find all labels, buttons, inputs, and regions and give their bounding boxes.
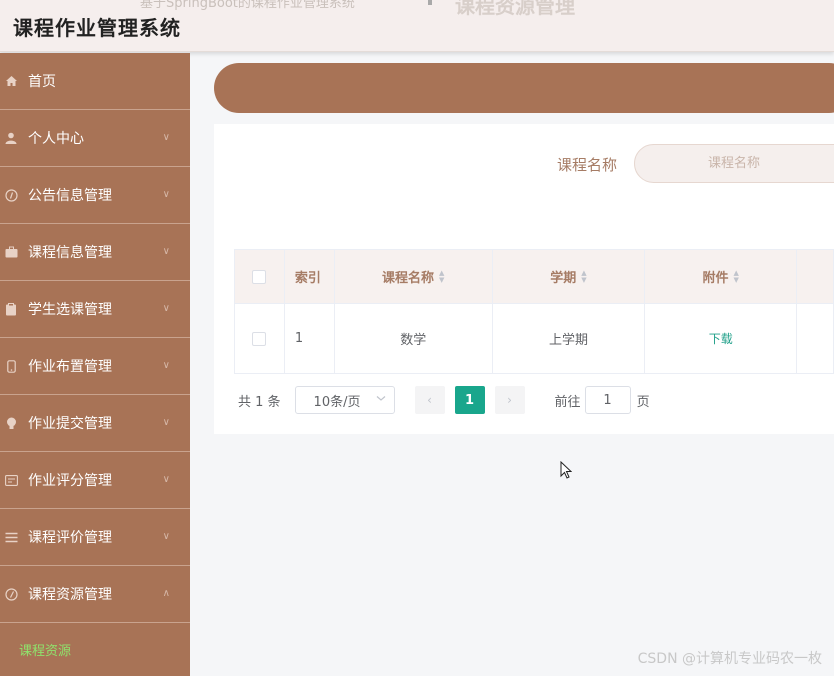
pagination: 共 1 条 10条/页 ‹ 1 › 前往 页 xyxy=(238,386,650,414)
header-label: 课程名称 xyxy=(382,271,435,286)
sidebar-item-label: 学生选课管理 xyxy=(28,302,112,318)
phone-icon xyxy=(4,359,18,373)
header-select-cell xyxy=(235,250,285,303)
sidebar: 首页 个人中心 ∨ 公告信息管理 ∨ 课程信息管理 ∨ 学生选课管理 ∨ 作业布… xyxy=(0,53,190,676)
info-icon xyxy=(4,188,18,202)
chevron-up-icon: ∧ xyxy=(162,588,170,599)
page-suffix-label: 页 xyxy=(636,394,650,410)
table-row: 1 数学 上学期 下载 xyxy=(235,304,834,374)
header-course-name[interactable]: 课程名称 ▲ ▼ xyxy=(335,250,493,303)
top-header: 基于SpringBoot的课程作业管理系统 课程资源管理 课程作业管理系统 xyxy=(0,0,834,52)
cell-term: 上学期 xyxy=(493,304,646,373)
sidebar-item-course-info[interactable]: 课程信息管理 ∨ xyxy=(0,224,190,281)
page-size-select[interactable]: 10条/页 xyxy=(294,386,395,414)
sort-down-icon: ▼ xyxy=(581,275,587,284)
ghost-page-title: 课程资源管理 xyxy=(455,0,575,18)
chevron-down-icon xyxy=(376,393,386,406)
sidebar-item-course-evaluation[interactable]: 课程评价管理 ∨ xyxy=(0,509,190,566)
briefcase-icon xyxy=(4,245,18,259)
prev-page-button[interactable]: ‹ xyxy=(414,386,445,414)
next-page-button[interactable]: › xyxy=(494,386,525,414)
page-number-button[interactable]: 1 xyxy=(454,386,485,414)
sidebar-item-course-selection[interactable]: 学生选课管理 ∨ xyxy=(0,281,190,338)
header-overflow xyxy=(797,250,834,303)
table-header-row: 索引 课程名称 ▲ ▼ 学期 ▲ ▼ 附件 ▲ ▼ xyxy=(235,249,834,304)
cell-index: 1 xyxy=(285,304,335,373)
pagination-total: 共 1 条 xyxy=(238,394,281,410)
download-link[interactable]: 下载 xyxy=(709,330,733,347)
sidebar-item-homework-submit[interactable]: 作业提交管理 ∨ xyxy=(0,395,190,452)
sidebar-item-course-resource[interactable]: 课程资源管理 ∧ xyxy=(0,566,190,623)
page-banner xyxy=(214,63,834,113)
sort-down-icon: ▼ xyxy=(733,275,739,284)
goto-label: 前往 xyxy=(554,394,581,410)
goto-page-input[interactable] xyxy=(584,386,631,414)
chevron-down-icon: ∨ xyxy=(162,246,170,257)
select-all-checkbox[interactable] xyxy=(252,269,267,284)
bulb-icon xyxy=(4,416,18,430)
chevron-down-icon: ∨ xyxy=(162,303,170,314)
course-name-search-input[interactable] xyxy=(634,144,834,183)
sidebar-item-label: 课程资源管理 xyxy=(28,587,112,603)
chevron-down-icon: ∨ xyxy=(162,531,170,542)
search-label: 课程名称 xyxy=(557,156,618,174)
sidebar-item-label: 首页 xyxy=(28,74,56,90)
header-term[interactable]: 学期 ▲ ▼ xyxy=(493,250,646,303)
sidebar-item-homework-grading[interactable]: 作业评分管理 ∨ xyxy=(0,452,190,509)
cell-overflow xyxy=(797,304,834,373)
resource-table: 索引 课程名称 ▲ ▼ 学期 ▲ ▼ 附件 ▲ ▼ 1 数学 上学期 下载 xyxy=(234,249,834,374)
chevron-down-icon: ∨ xyxy=(162,360,170,371)
cell-attachment: 下载 xyxy=(645,304,798,373)
app-title: 课程作业管理系统 xyxy=(13,16,181,40)
page-size-value: 10条/页 xyxy=(313,394,361,410)
user-icon xyxy=(4,131,18,145)
sidebar-item-label: 课程评价管理 xyxy=(28,530,112,546)
sidebar-item-label: 作业提交管理 xyxy=(28,416,112,432)
list-icon xyxy=(4,530,18,544)
header-label: 索引 xyxy=(294,271,321,286)
sidebar-subitem-course-resource[interactable]: 课程资源 xyxy=(0,623,190,675)
sort-icon[interactable]: ▲ ▼ xyxy=(733,269,739,284)
home-icon xyxy=(4,74,18,88)
sidebar-item-personal-center[interactable]: 个人中心 ∨ xyxy=(0,110,190,167)
compass-icon xyxy=(4,587,18,601)
chevron-down-icon: ∨ xyxy=(162,474,170,485)
ghost-separator xyxy=(428,0,432,5)
chevron-down-icon: ∨ xyxy=(162,417,170,428)
cell-course-name: 数学 xyxy=(335,304,493,373)
header-label: 学期 xyxy=(550,271,577,286)
watermark: CSDN @计算机专业码农一枚 xyxy=(637,651,822,667)
mouse-cursor-icon xyxy=(560,460,573,479)
sidebar-item-label: 作业评分管理 xyxy=(28,473,112,489)
sidebar-item-label: 作业布置管理 xyxy=(28,359,112,375)
sort-icon[interactable]: ▲ ▼ xyxy=(439,269,445,284)
clipboard-icon xyxy=(4,302,18,316)
header-attachment[interactable]: 附件 ▲ ▼ xyxy=(645,250,798,303)
content-panel: 课程名称 索引 课程名称 ▲▼ 学期 ▲▼ 附件 ▲▼ 1 数学 上学期 xyxy=(214,124,834,434)
sidebar-item-home[interactable]: 首页 xyxy=(0,53,190,110)
row-checkbox[interactable] xyxy=(252,331,267,346)
sidebar-item-homework-assign[interactable]: 作业布置管理 ∨ xyxy=(0,338,190,395)
sidebar-item-label: 课程信息管理 xyxy=(28,245,112,261)
sidebar-item-notice-management[interactable]: 公告信息管理 ∨ xyxy=(0,167,190,224)
header-index: 索引 xyxy=(285,250,335,303)
row-select-cell xyxy=(235,304,285,373)
ghost-tab-title: 基于SpringBoot的课程作业管理系统 xyxy=(140,0,355,11)
chevron-down-icon: ∨ xyxy=(162,189,170,200)
sort-icon[interactable]: ▲ ▼ xyxy=(581,269,587,284)
sort-down-icon: ▼ xyxy=(439,275,445,284)
card-icon xyxy=(4,473,18,487)
sidebar-item-label: 个人中心 xyxy=(28,131,84,147)
header-label: 附件 xyxy=(702,271,729,286)
sidebar-item-label: 公告信息管理 xyxy=(28,188,112,204)
chevron-down-icon: ∨ xyxy=(162,132,170,143)
